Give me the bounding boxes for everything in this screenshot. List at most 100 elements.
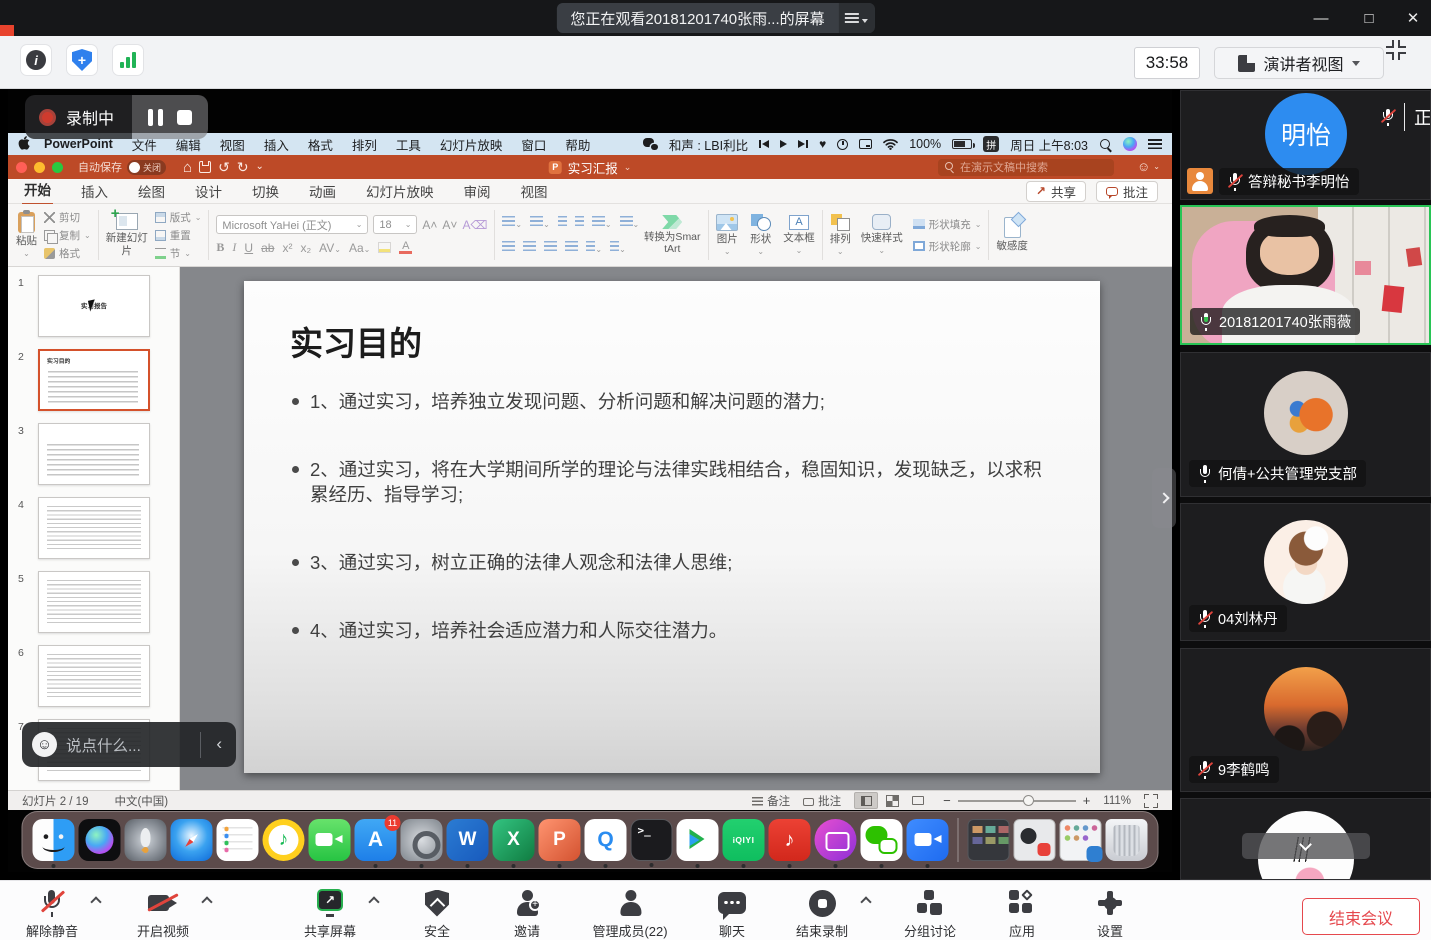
view-mode-dropdown[interactable]: 演讲者视图 — [1214, 47, 1384, 79]
align-text-button[interactable]: ⌄ — [610, 239, 626, 257]
dock-system-preferences-icon[interactable] — [401, 819, 443, 861]
shape-fill-button[interactable]: 形状填充⌄ — [913, 217, 982, 232]
convert-to-smartart-button[interactable]: 转换为SmartArt — [643, 215, 701, 255]
notes-toggle[interactable]: 备注 — [752, 793, 790, 809]
sensitivity-button[interactable]: 敏感度 — [996, 217, 1028, 252]
participant-tile-partial[interactable] — [1180, 798, 1431, 880]
zoom-traffic-light[interactable] — [52, 162, 63, 173]
dock-siri-icon[interactable] — [79, 819, 121, 861]
menubar-app-name[interactable]: PowerPoint — [44, 137, 113, 151]
home-icon[interactable]: ⌂ — [183, 160, 192, 175]
clear-formatting-button[interactable]: A⌫ — [462, 218, 487, 232]
bullets-button[interactable]: ⌄ — [502, 214, 522, 232]
dock-trash-icon[interactable] — [1106, 819, 1148, 861]
quick-styles-button[interactable]: 快速样式⌄ — [861, 214, 903, 255]
autosave-toggle[interactable]: 自动保存 关闭 — [78, 159, 166, 175]
dock-safari-icon[interactable] — [171, 819, 213, 861]
dock-window-1-icon[interactable] — [968, 819, 1010, 861]
align-right-button[interactable] — [544, 239, 557, 257]
zoom-percent[interactable]: 111% — [1103, 795, 1131, 807]
share-button[interactable]: ↗共享 — [1026, 181, 1086, 202]
chevron-up-icon[interactable] — [860, 896, 871, 907]
redo-icon[interactable]: ↻ — [237, 160, 249, 174]
play-icon[interactable] — [780, 140, 787, 148]
settings-button[interactable]: 设置 — [1097, 888, 1123, 940]
zoom-slider-knob[interactable] — [1023, 795, 1034, 806]
insert-picture-button[interactable]: 图片⌄ — [716, 214, 738, 256]
dock-tencent-meeting-icon[interactable] — [907, 819, 949, 861]
tab-slideshow[interactable]: 幻灯片放映 — [364, 178, 436, 205]
shape-outline-button[interactable]: 形状轮廓⌄ — [913, 239, 982, 254]
underline-button[interactable]: U — [244, 241, 253, 255]
superscript-button[interactable]: x² — [282, 241, 292, 255]
minimize-button[interactable]: — — [1310, 8, 1332, 28]
layout-button[interactable]: 版式⌄ — [155, 210, 202, 225]
change-case-button[interactable]: Aa⌄ — [349, 241, 370, 255]
increase-indent-button[interactable] — [575, 214, 584, 232]
zoom-slider[interactable] — [958, 800, 1076, 802]
text-direction-button[interactable]: ⌄ — [586, 239, 602, 257]
chat-input-placeholder[interactable]: 说点什么... — [66, 734, 191, 756]
thumbnail-preview[interactable]: 实习目的 — [38, 349, 150, 411]
customize-toolbar-icon[interactable]: ⌄ — [256, 162, 264, 172]
italic-button[interactable]: I — [232, 240, 236, 255]
emoji-icon[interactable]: ☺ — [32, 732, 57, 757]
end-meeting-button[interactable]: 结束会议 — [1302, 898, 1420, 935]
arrange-button[interactable]: 排列⌄ — [830, 214, 851, 256]
paste-button[interactable]: 粘贴⌄ — [16, 212, 37, 258]
next-track-icon[interactable] — [798, 140, 808, 148]
comments-button[interactable]: 批注 — [1096, 181, 1158, 202]
dock-window-3-icon[interactable] — [1060, 819, 1102, 861]
section-button[interactable]: 节⌄ — [155, 246, 202, 261]
new-slide-button[interactable]: 新建幻灯片 — [106, 213, 148, 256]
numbering-button[interactable]: ⌄ — [530, 214, 550, 232]
subscript-button[interactable]: x₂ — [300, 241, 311, 255]
manage-members-button[interactable]: 管理成员(22) — [592, 888, 667, 940]
breakout-rooms-button[interactable]: 分组讨论 — [904, 888, 956, 940]
menu-format[interactable]: 格式 — [308, 135, 333, 154]
insert-textbox-button[interactable]: A文本框⌄ — [783, 215, 815, 255]
tab-animations[interactable]: 动画 — [307, 178, 338, 205]
slide-thumbnail-4[interactable]: 4 — [8, 497, 179, 559]
unmute-button[interactable]: 解除静音 — [26, 888, 78, 940]
save-icon[interactable] — [199, 161, 211, 173]
minimize-traffic-light[interactable] — [34, 162, 45, 173]
notification-center-icon[interactable] — [1148, 139, 1162, 149]
justify-button[interactable] — [565, 239, 578, 257]
maximize-button[interactable]: □ — [1358, 8, 1380, 28]
font-size-select[interactable]: 18⌄ — [373, 215, 417, 234]
thumbnail-preview[interactable] — [38, 497, 150, 559]
menu-arrange[interactable]: 排列 — [352, 135, 377, 154]
slide-thumbnail-2[interactable]: 2实习目的 — [8, 349, 179, 411]
scroll-participants-down-button[interactable] — [1242, 833, 1370, 859]
menu-slideshow[interactable]: 幻灯片放映 — [440, 135, 503, 154]
screen-list-icon[interactable] — [839, 3, 875, 33]
dock-tencent-video-icon[interactable] — [677, 819, 719, 861]
presentation-search-input[interactable]: 在演示文稿中搜索 — [938, 159, 1114, 176]
close-traffic-light[interactable] — [16, 162, 27, 173]
wechat-status-icon[interactable] — [643, 138, 658, 150]
close-button[interactable]: ✕ — [1402, 8, 1424, 28]
grow-font-button[interactable]: A˄ — [422, 218, 437, 232]
tab-review[interactable]: 审阅 — [462, 178, 493, 205]
tab-view[interactable]: 视图 — [519, 178, 550, 205]
stop-recording-button[interactable]: 结束录制 — [796, 888, 848, 940]
meeting-info-button[interactable]: i — [20, 44, 52, 76]
font-name-select[interactable]: Microsoft YaHei (正文)⌄ — [216, 215, 368, 234]
slide-thumbnail-3[interactable]: 3 — [8, 423, 179, 485]
timer-status-icon[interactable] — [837, 139, 848, 150]
chat-quick-input[interactable]: ☺ 说点什么... ‹ — [22, 722, 236, 767]
protection-button[interactable]: + — [66, 44, 98, 76]
line-spacing-button[interactable]: ⌄ — [592, 214, 612, 232]
dock-powerpoint-icon[interactable]: P — [539, 819, 581, 861]
normal-view-button[interactable] — [854, 792, 878, 809]
stop-recording-button[interactable] — [177, 110, 192, 125]
dock-qq-browser-icon[interactable]: Q — [585, 819, 627, 861]
chevron-up-icon[interactable] — [90, 896, 101, 907]
security-button[interactable]: 安全 — [424, 888, 450, 940]
menu-insert[interactable]: 插入 — [264, 135, 289, 154]
spotlight-search-icon[interactable] — [1099, 138, 1112, 151]
dock-launchpad-icon[interactable] — [125, 819, 167, 861]
format-painter-button[interactable]: 格式 — [44, 246, 91, 261]
tab-draw[interactable]: 绘图 — [136, 178, 167, 205]
